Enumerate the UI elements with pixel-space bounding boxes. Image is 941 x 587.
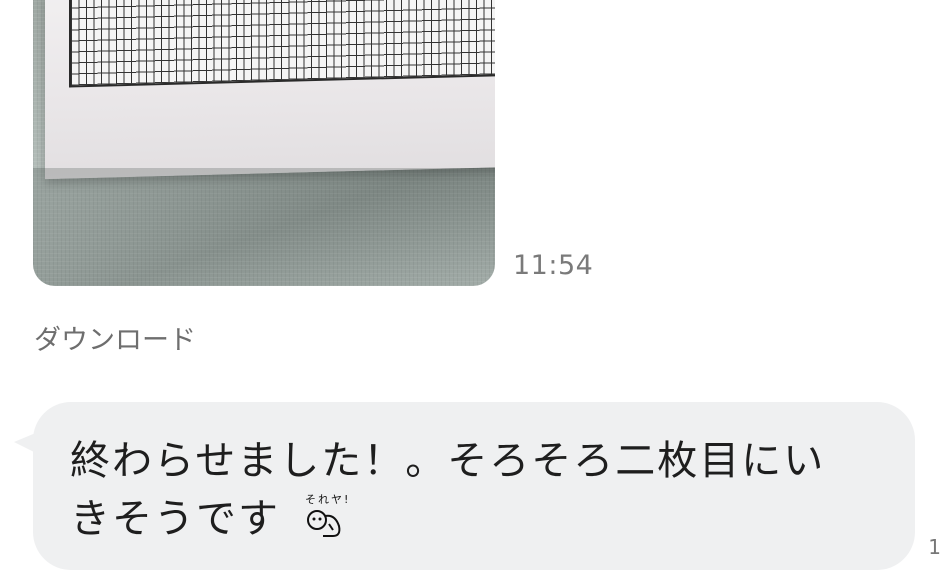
photo-grid-chart <box>69 0 495 88</box>
sticker-text: それヤ! <box>305 493 347 506</box>
download-link[interactable]: ダウンロード <box>34 318 196 357</box>
message-text: 終わらせました！。そろそろ二枚目にい きそうです それヤ! <box>70 432 890 548</box>
cartoon-character-emoji-icon: それヤ! <box>305 493 347 537</box>
photo-fabric-background <box>33 168 495 286</box>
message-line-2-wrap: きそうです それヤ! <box>70 490 890 548</box>
message-timestamp: 11:54 <box>513 250 594 281</box>
message-line-2: きそうです <box>70 496 280 542</box>
photo-paper-sheet <box>45 0 495 180</box>
shared-photo[interactable] <box>33 0 495 286</box>
edge-read-indicator: 1 <box>928 535 941 559</box>
message-line-1: 終わらせました！。そろそろ二枚目にい <box>70 438 826 484</box>
